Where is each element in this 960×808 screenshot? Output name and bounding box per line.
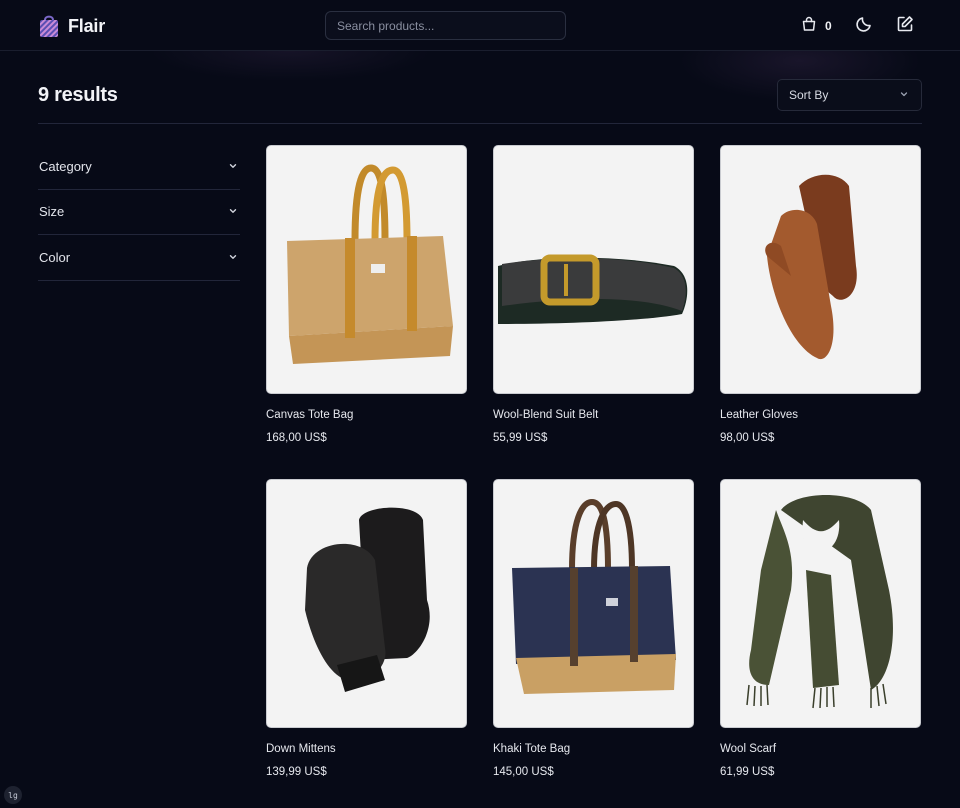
product-card[interactable]: Khaki Tote Bag 145,00 US$ [493,479,694,778]
filter-label: Size [39,204,65,220]
edit-icon [896,15,914,38]
chevron-down-icon [899,88,909,102]
chevron-down-icon [227,250,238,265]
filter-category[interactable]: Category [38,144,240,190]
product-card[interactable]: Canvas Tote Bag 168,00 US$ [266,145,467,444]
moon-icon [855,15,873,38]
product-card[interactable]: Wool Scarf 61,99 US$ [720,479,921,778]
product-price: 139,99 US$ [266,766,327,778]
filter-sidebar: Category Size Color [38,144,240,281]
product-price: 55,99 US$ [493,432,548,444]
product-image-canvas-tote[interactable] [266,145,467,394]
product-card[interactable]: Leather Gloves 98,00 US$ [720,145,921,444]
product-card[interactable]: Down Mittens 139,99 US$ [266,479,467,778]
toolbar-divider [38,123,922,124]
sort-by-select[interactable]: Sort By [777,79,922,111]
product-image-wool-scarf[interactable] [720,479,921,728]
edit-button[interactable] [893,14,917,38]
brand-logo[interactable]: Flair [38,13,105,39]
product-price: 145,00 US$ [493,766,554,778]
product-image-suit-belt[interactable] [493,145,694,394]
cart-count: 0 [825,19,832,33]
product-price: 98,00 US$ [720,432,775,444]
results-count: 9 results [38,84,118,106]
filter-size[interactable]: Size [38,190,240,235]
filter-label: Category [39,158,92,174]
product-name[interactable]: Wool-Blend Suit Belt [493,409,694,423]
product-card[interactable]: Wool-Blend Suit Belt 55,99 US$ [493,145,694,444]
filter-label: Color [39,249,71,265]
product-image-down-mittens[interactable] [266,479,467,728]
product-price: 61,99 US$ [720,766,775,778]
product-name[interactable]: Khaki Tote Bag [493,743,694,757]
product-image-leather-gloves[interactable] [720,145,921,394]
product-name[interactable]: Canvas Tote Bag [266,409,467,423]
chevron-down-icon [227,159,238,174]
product-name[interactable]: Wool Scarf [720,743,921,757]
site-header: Flair 0 [0,0,960,51]
cart-icon [801,16,817,37]
chevron-down-icon [227,204,238,219]
product-image-khaki-tote[interactable] [493,479,694,728]
theme-toggle-button[interactable] [852,14,876,38]
filter-color[interactable]: Color [38,235,240,281]
product-price: 168,00 US$ [266,432,327,444]
shopping-bag-logo-icon [38,14,60,38]
sort-by-label: Sort By [789,88,829,102]
cart-button[interactable]: 0 [801,14,835,38]
breakpoint-badge: lg [4,786,22,804]
product-name[interactable]: Down Mittens [266,743,467,757]
product-name[interactable]: Leather Gloves [720,409,921,423]
brand-name: Flair [68,15,106,36]
search-input[interactable] [325,11,566,40]
